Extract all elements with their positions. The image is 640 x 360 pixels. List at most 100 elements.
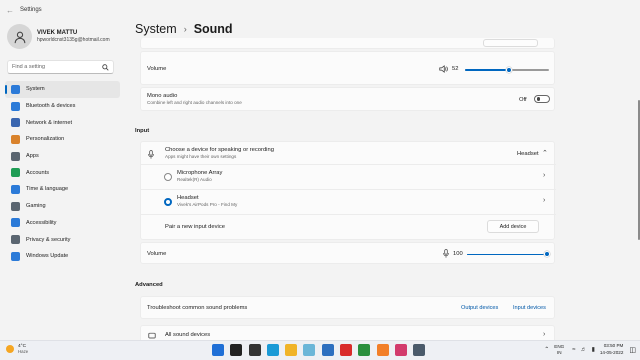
output-volume-fill: [465, 69, 509, 71]
taskbar-apps: [212, 344, 432, 356]
radio-microphone-array[interactable]: [164, 173, 172, 181]
globe-icon: [11, 184, 20, 194]
media-app-icon[interactable]: [303, 344, 316, 356]
search-input[interactable]: Find a setting: [7, 60, 114, 74]
clock-time: 03:50 PM: [603, 343, 624, 348]
breadcrumb-parent[interactable]: System: [135, 22, 177, 36]
sidebar-item-label: Time & language: [26, 186, 69, 193]
chevron-right-icon[interactable]: ›: [543, 172, 545, 179]
settings-gear-icon[interactable]: [413, 344, 426, 356]
system-icon: [11, 84, 20, 94]
page-title: Sound: [193, 22, 233, 36]
user-icon: [14, 31, 25, 43]
apps-icon: [11, 151, 20, 161]
orange-app-icon[interactable]: [376, 344, 389, 356]
taskbar: 4°C Haze ⌃ ENG IN ≈ ♬ ▮ 03:50 PM 14-05-2…: [0, 340, 640, 360]
pair-input-device-label: Pair a new input device: [165, 224, 225, 230]
sidebar-item-network-internet[interactable]: Network & internet: [5, 114, 120, 131]
language-top: ENG: [554, 343, 565, 349]
sidebar-item-apps[interactable]: Apps: [5, 148, 120, 165]
sidebar-item-label: Apps: [26, 153, 39, 160]
update-icon: [11, 251, 20, 261]
microphone-icon[interactable]: [443, 249, 449, 258]
troubleshoot-card: Troubleshoot common sound problems Outpu…: [140, 296, 555, 319]
device-name: Headset: [177, 195, 199, 201]
sidebar-item-accessibility[interactable]: Accessibility: [5, 215, 120, 232]
input-devices-link[interactable]: Input devices: [513, 305, 546, 311]
chevron-right-icon[interactable]: ›: [543, 331, 545, 338]
device-subtitle: Vivek's AirPods Pro - Find My: [177, 202, 238, 207]
user-profile[interactable]: VIVEK MATTU hpworldcnst3135g@hotmail.com: [7, 24, 110, 49]
chevron-up-icon[interactable]: ⌃: [544, 346, 549, 353]
chevron-up-icon[interactable]: ⌃: [542, 149, 548, 157]
add-device-button[interactable]: Add device: [487, 220, 539, 233]
sidebar: VIVEK MATTU hpworldcnst3135g@hotmail.com…: [0, 20, 124, 340]
back-arrow-icon[interactable]: ←: [3, 6, 17, 15]
all-sound-devices-label: All sound devices: [165, 332, 211, 338]
sidebar-item-label: Privacy & security: [26, 236, 71, 243]
user-email: hpworldcnst3135g@hotmail.com: [37, 37, 110, 43]
chevron-right-icon[interactable]: ›: [543, 197, 545, 204]
output-devices-link[interactable]: Output devices: [461, 305, 498, 311]
mono-audio-toggle[interactable]: [534, 95, 550, 103]
sidebar-item-system[interactable]: System: [5, 81, 120, 98]
notification-icon[interactable]: ◫: [629, 346, 636, 354]
input-device-card: Choose a device for speaking or recordin…: [140, 141, 556, 240]
sidebar-item-bluetooth-devices[interactable]: Bluetooth & devices: [5, 98, 120, 115]
chrome-icon[interactable]: [358, 344, 371, 356]
edge-browser-icon[interactable]: [266, 344, 279, 356]
mono-audio-subtitle: Combine left and right audio channels in…: [147, 100, 242, 105]
clipped-button[interactable]: [483, 39, 538, 47]
network-icon: [11, 118, 20, 128]
volume-icon[interactable]: ♬: [581, 347, 587, 353]
search-icon: [102, 63, 109, 71]
sidebar-item-label: System: [26, 86, 45, 93]
output-volume-thumb[interactable]: [505, 66, 512, 73]
account-icon: [11, 168, 20, 178]
file-explorer-icon[interactable]: [285, 344, 298, 356]
microphone-icon: [148, 150, 154, 159]
sidebar-item-personalization[interactable]: Personalization: [5, 131, 120, 148]
weather-widget[interactable]: 4°C Haze: [6, 344, 28, 354]
output-volume-card: Volume 52: [140, 51, 555, 85]
battery-icon[interactable]: ▮: [592, 346, 595, 353]
system-tray: ⌃ ENG IN ≈ ♬ ▮ 03:50 PM 14-05-2022 ◫: [544, 343, 636, 356]
task-view-icon[interactable]: [248, 344, 261, 356]
sidebar-item-label: Personalization: [26, 136, 65, 143]
app-title: Settings: [20, 7, 42, 13]
scrollbar[interactable]: [638, 100, 640, 240]
devices-icon: [148, 332, 156, 339]
radio-headset[interactable]: [164, 198, 172, 206]
clipped-output-card: [140, 38, 555, 49]
clock-date: 14-05-2022: [599, 349, 624, 355]
input-device-option-0[interactable]: Microphone Array Realtek(R) Audio ›: [141, 165, 556, 189]
sidebar-item-gaming[interactable]: Gaming: [5, 198, 120, 215]
sidebar-item-accounts[interactable]: Accounts: [5, 164, 120, 181]
title-bar: ← Settings: [0, 0, 640, 20]
sidebar-item-windows-update[interactable]: Windows Update: [5, 248, 120, 265]
input-device-option-1[interactable]: Headset Vivek's AirPods Pro - Find My ›: [141, 190, 556, 214]
sidebar-item-label: Accounts: [26, 169, 50, 176]
output-volume-value: 52: [452, 66, 459, 72]
sidebar-item-privacy-security[interactable]: Privacy & security: [5, 231, 120, 248]
sidebar-item-time-language[interactable]: Time & language: [5, 181, 120, 198]
input-volume-thumb[interactable]: [544, 251, 550, 257]
sidebar-item-label: Bluetooth & devices: [26, 103, 76, 110]
sidebar-nav: System Bluetooth & devices Network & inter…: [5, 81, 120, 265]
windows-start-icon[interactable]: [212, 344, 224, 356]
troubleshoot-label: Troubleshoot common sound problems: [147, 305, 248, 311]
main-content: System › Sound Volume 52 Mono audio Comb…: [135, 20, 635, 340]
red-app-icon[interactable]: [340, 344, 353, 356]
sidebar-item-label: Accessibility: [26, 219, 57, 226]
all-sound-devices-card[interactable]: All sound devices ›: [140, 325, 555, 340]
clock[interactable]: 03:50 PM 14-05-2022: [600, 343, 624, 356]
wifi-icon[interactable]: ≈: [572, 347, 575, 353]
speaker-icon[interactable]: [439, 65, 448, 73]
bluetooth-icon: [11, 101, 20, 111]
language-indicator[interactable]: ENG IN: [554, 344, 564, 356]
taskbar-search-icon[interactable]: [230, 344, 243, 356]
store-icon[interactable]: [321, 344, 334, 356]
device-subtitle: Realtek(R) Audio: [177, 177, 212, 182]
choose-input-subtitle: Apps might have their own settings: [165, 154, 237, 159]
music-app-icon[interactable]: [394, 344, 407, 356]
